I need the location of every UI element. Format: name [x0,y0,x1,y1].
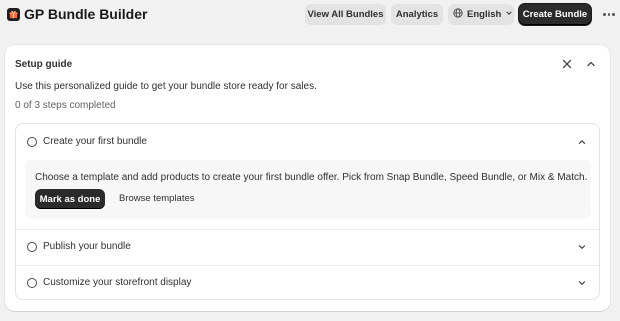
more-actions-icon[interactable] [600,6,618,23]
card-title: Setup guide [15,59,73,70]
language-selector[interactable]: English [448,4,514,25]
step-status-circle[interactable] [27,137,37,147]
browse-templates-button[interactable]: Browse templates [119,193,195,204]
analytics-button[interactable]: Analytics [391,4,443,25]
chevron-down-icon[interactable] [577,242,587,252]
app-header: GP Bundle Builder View All Bundles Analy… [0,0,620,30]
chevron-down-icon [505,9,513,20]
step-publish-bundle[interactable]: Publish your bundle [16,229,599,265]
setup-guide-description: Use this personalized guide to get your … [15,81,317,92]
language-label: English [467,9,502,20]
create-bundle-button[interactable]: Create Bundle [519,4,591,25]
step-label: Create your first bundle [43,136,147,147]
chevron-down-icon[interactable] [577,278,587,288]
chevron-up-icon[interactable] [585,58,597,70]
view-all-bundles-button[interactable]: View All Bundles [305,4,386,25]
step-customize-storefront[interactable]: Customize your storefront display [16,265,599,299]
step-details-panel: Choose a template and add products to cr… [25,160,591,219]
chevron-up-icon[interactable] [577,137,587,147]
mark-as-done-button[interactable]: Mark as done [35,189,105,209]
step-details-text: Choose a template and add products to cr… [35,172,588,183]
step-label: Customize your storefront display [43,277,192,288]
app-title: GP Bundle Builder [24,6,148,22]
step-label: Publish your bundle [43,241,131,252]
step-create-first-bundle[interactable]: Create your first bundle [16,124,599,160]
setup-guide-card: Setup guide Use this personalized guide … [5,45,610,311]
gift-box-icon [7,8,20,21]
close-icon[interactable] [561,58,573,70]
step-status-circle[interactable] [27,242,37,252]
globe-icon [453,8,463,21]
progress-text: 0 of 3 steps completed [15,100,116,111]
steps-list: Create your first bundle Choose a templa… [15,123,600,300]
step-status-circle[interactable] [27,278,37,288]
